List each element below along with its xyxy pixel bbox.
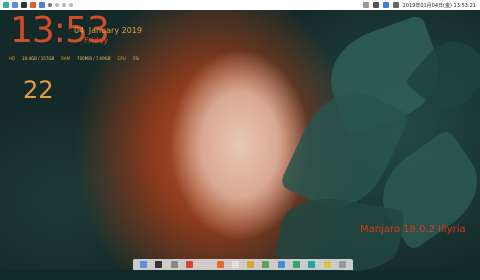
text-editor-icon[interactable]	[201, 261, 209, 268]
cpu-value: 1%	[132, 56, 140, 61]
panel-datetime[interactable]: 2019年01月04日(金) 13:53:21	[403, 2, 476, 9]
weekday: Friday	[84, 36, 109, 45]
terminal-icon[interactable]	[21, 2, 27, 8]
month-year: January 2019	[88, 26, 142, 35]
system-stats: HD 19.4GB / 157GB RAM 700MiB / 7.69GB CP…	[9, 56, 139, 61]
top-panel: 2019年01月04日(金) 13:53:21	[0, 0, 480, 10]
firefox-icon[interactable]	[216, 261, 224, 268]
clock-seconds: 22	[23, 76, 54, 104]
clipboard-icon[interactable]	[362, 2, 369, 8]
image-viewer-icon[interactable]	[262, 261, 270, 268]
editor-icon[interactable]	[39, 2, 45, 8]
network-icon[interactable]	[372, 2, 379, 8]
workspace-2-icon[interactable]	[55, 3, 59, 7]
mail-icon[interactable]	[185, 261, 193, 268]
day-number: 04	[74, 26, 85, 35]
calendar-icon[interactable]	[231, 261, 239, 268]
trash-icon[interactable]	[338, 261, 346, 268]
files-icon[interactable]	[140, 261, 148, 268]
hd-value: 19.4GB / 157GB	[22, 56, 55, 61]
store-icon[interactable]	[277, 261, 285, 268]
ram-label: RAM	[61, 56, 71, 61]
dropbox-icon[interactable]	[382, 2, 389, 8]
spreadsheet-icon[interactable]	[292, 261, 300, 268]
date-block: 04 January 2019 Friday	[74, 26, 142, 46]
browser-icon[interactable]	[30, 2, 36, 8]
chat-icon[interactable]	[308, 261, 316, 268]
cpu-label: CPU	[117, 56, 126, 61]
ram-value: 700MiB / 7.69GB	[77, 56, 111, 61]
terminal-icon[interactable]	[155, 261, 163, 268]
hd-label: HD	[9, 56, 16, 61]
settings-icon[interactable]	[170, 261, 178, 268]
panel-left-icons	[0, 2, 73, 8]
volume-icon[interactable]	[392, 2, 399, 8]
workspace-4-icon[interactable]	[69, 3, 73, 7]
menu-icon[interactable]	[3, 2, 9, 8]
folder-icon[interactable]	[12, 2, 18, 8]
dock	[133, 259, 353, 270]
workspace-3-icon[interactable]	[62, 3, 66, 7]
workspace-1-icon[interactable]	[48, 3, 52, 7]
panel-right-icons: 2019年01月04日(金) 13:53:21	[362, 2, 480, 9]
notes-icon[interactable]	[323, 261, 331, 268]
distro-label: Manjaro 18.0.2 Illyria	[360, 224, 466, 235]
music-icon[interactable]	[247, 261, 255, 268]
